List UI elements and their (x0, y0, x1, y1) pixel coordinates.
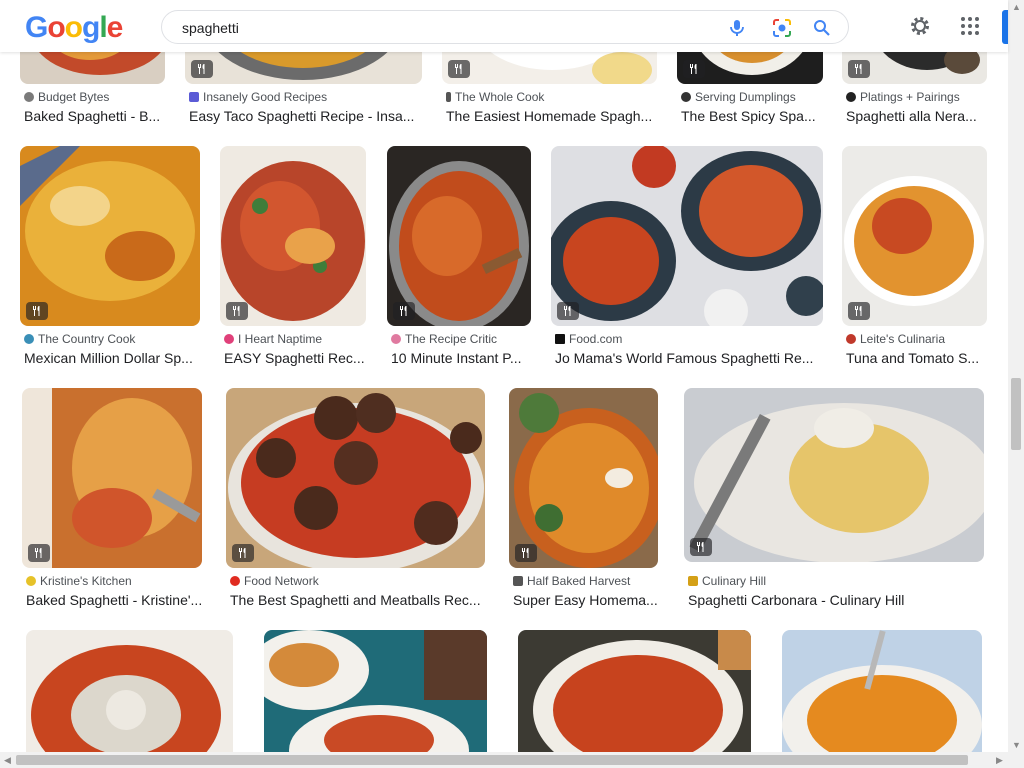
result-source: The Recipe Critic (391, 332, 497, 346)
result-source: I Heart Naptime (224, 332, 322, 346)
result-source: The Whole Cook (446, 90, 544, 104)
recipe-badge-icon (690, 538, 712, 556)
microphone-icon[interactable] (726, 17, 748, 39)
result-thumbnail[interactable] (264, 630, 487, 752)
apps-grid-icon[interactable] (958, 14, 982, 38)
result-thumbnail[interactable] (387, 146, 531, 326)
favicon-icon (513, 576, 523, 586)
result-source: Food.com (555, 332, 622, 346)
recipe-badge-icon (232, 544, 254, 562)
result-thumbnail[interactable] (684, 388, 984, 562)
recipe-badge-icon (448, 60, 470, 78)
result-title[interactable]: Easy Taco Spaghetti Recipe - Insa... (189, 108, 425, 124)
image-results-grid: Budget Bytes Baked Spaghetti - B... Insa… (0, 0, 1008, 752)
result-title[interactable]: Baked Spaghetti - Kristine'... (26, 592, 204, 608)
result-thumbnail[interactable] (551, 146, 823, 326)
vertical-scroll-thumb[interactable] (1011, 378, 1021, 450)
result-thumbnail[interactable] (220, 146, 366, 326)
horizontal-scroll-thumb[interactable] (16, 755, 968, 765)
result-card[interactable]: Food Network The Best Spaghetti and Meat… (226, 388, 488, 614)
favicon-icon (230, 576, 240, 586)
result-card[interactable]: The Recipe Critic 10 Minute Instant P... (387, 146, 533, 372)
recipe-badge-icon (557, 302, 579, 320)
result-thumbnail[interactable] (518, 630, 751, 752)
recipe-badge-icon (26, 302, 48, 320)
result-source: Kristine's Kitchen (26, 574, 132, 588)
vertical-scrollbar[interactable] (1008, 0, 1024, 752)
result-title[interactable]: 10 Minute Instant P... (391, 350, 533, 366)
sign-in-button-edge[interactable] (1002, 10, 1008, 44)
favicon-icon (688, 576, 698, 586)
result-title[interactable]: Super Easy Homema... (513, 592, 661, 608)
result-thumbnail[interactable] (20, 146, 200, 326)
result-card[interactable] (518, 630, 752, 752)
result-title[interactable]: Tuna and Tomato S... (846, 350, 988, 366)
result-card[interactable]: Half Baked Harvest Super Easy Homema... (509, 388, 660, 614)
result-thumbnail[interactable] (509, 388, 658, 568)
result-thumbnail[interactable] (22, 388, 202, 568)
recipe-badge-icon (848, 60, 870, 78)
result-title[interactable]: Jo Mama's World Famous Spaghetti Re... (555, 350, 823, 366)
result-card[interactable] (264, 630, 488, 752)
recipe-badge-icon (848, 302, 870, 320)
result-title[interactable]: Baked Spaghetti - B... (24, 108, 166, 124)
result-card[interactable]: Food.com Jo Mama's World Famous Spaghett… (551, 146, 825, 372)
favicon-icon (224, 334, 234, 344)
scroll-up-arrow-icon[interactable]: ▲ (1012, 2, 1021, 12)
search-icon[interactable] (811, 17, 833, 39)
header-bar: Google (0, 0, 1008, 52)
favicon-icon (24, 92, 34, 102)
result-title[interactable]: Mexican Million Dollar Sp... (24, 350, 202, 366)
favicon-icon (24, 334, 34, 344)
favicon-icon (681, 92, 691, 102)
favicon-icon (555, 334, 565, 344)
result-source: The Country Cook (24, 332, 135, 346)
search-box (161, 10, 849, 44)
result-source: Half Baked Harvest (513, 574, 630, 588)
favicon-icon (391, 334, 401, 344)
scroll-right-arrow-icon[interactable]: ▶ (996, 755, 1003, 766)
result-card[interactable]: Kristine's Kitchen Baked Spaghetti - Kri… (22, 388, 204, 614)
result-title[interactable]: Spaghetti Carbonara - Culinary Hill (688, 592, 986, 608)
scroll-down-arrow-icon[interactable]: ▼ (1012, 740, 1021, 750)
result-thumbnail[interactable] (842, 146, 987, 326)
favicon-icon (846, 92, 856, 102)
scroll-left-arrow-icon[interactable]: ◀ (4, 755, 11, 766)
result-title[interactable]: Spaghetti alla Nera... (846, 108, 988, 124)
recipe-badge-icon (393, 302, 415, 320)
result-source: Food Network (230, 574, 319, 588)
result-source: Leite's Culinaria (846, 332, 945, 346)
result-title[interactable]: The Easiest Homemade Spagh... (446, 108, 658, 124)
result-card[interactable]: I Heart Naptime EASY Spaghetti Rec... (220, 146, 368, 372)
result-title[interactable]: The Best Spicy Spa... (681, 108, 825, 124)
result-thumbnail[interactable] (782, 630, 982, 752)
result-card[interactable]: Culinary Hill Spaghetti Carbonara - Culi… (684, 388, 986, 614)
recipe-badge-icon (226, 302, 248, 320)
favicon-icon (446, 92, 451, 102)
favicon-icon (189, 92, 199, 102)
recipe-badge-icon (515, 544, 537, 562)
result-source: Platings + Pairings (846, 90, 960, 104)
result-card[interactable] (26, 630, 234, 752)
favicon-icon (26, 576, 36, 586)
result-thumbnail[interactable] (26, 630, 233, 752)
result-thumbnail[interactable] (226, 388, 485, 568)
search-input[interactable] (180, 18, 704, 38)
result-card[interactable] (782, 630, 984, 752)
settings-gear-icon[interactable] (908, 14, 932, 38)
camera-lens-icon[interactable] (771, 17, 793, 39)
favicon-icon (846, 334, 856, 344)
result-source: Insanely Good Recipes (189, 90, 327, 104)
result-source: Budget Bytes (24, 90, 109, 104)
result-source: Serving Dumplings (681, 90, 796, 104)
result-card[interactable]: Leite's Culinaria Tuna and Tomato S... (842, 146, 988, 372)
recipe-badge-icon (683, 60, 705, 78)
recipe-badge-icon (28, 544, 50, 562)
result-title[interactable]: EASY Spaghetti Rec... (224, 350, 368, 366)
result-source: Culinary Hill (688, 574, 766, 588)
recipe-badge-icon (191, 60, 213, 78)
result-title[interactable]: The Best Spaghetti and Meatballs Rec... (230, 592, 488, 608)
google-logo[interactable]: Google (25, 11, 123, 45)
result-card[interactable]: The Country Cook Mexican Million Dollar … (20, 146, 202, 372)
